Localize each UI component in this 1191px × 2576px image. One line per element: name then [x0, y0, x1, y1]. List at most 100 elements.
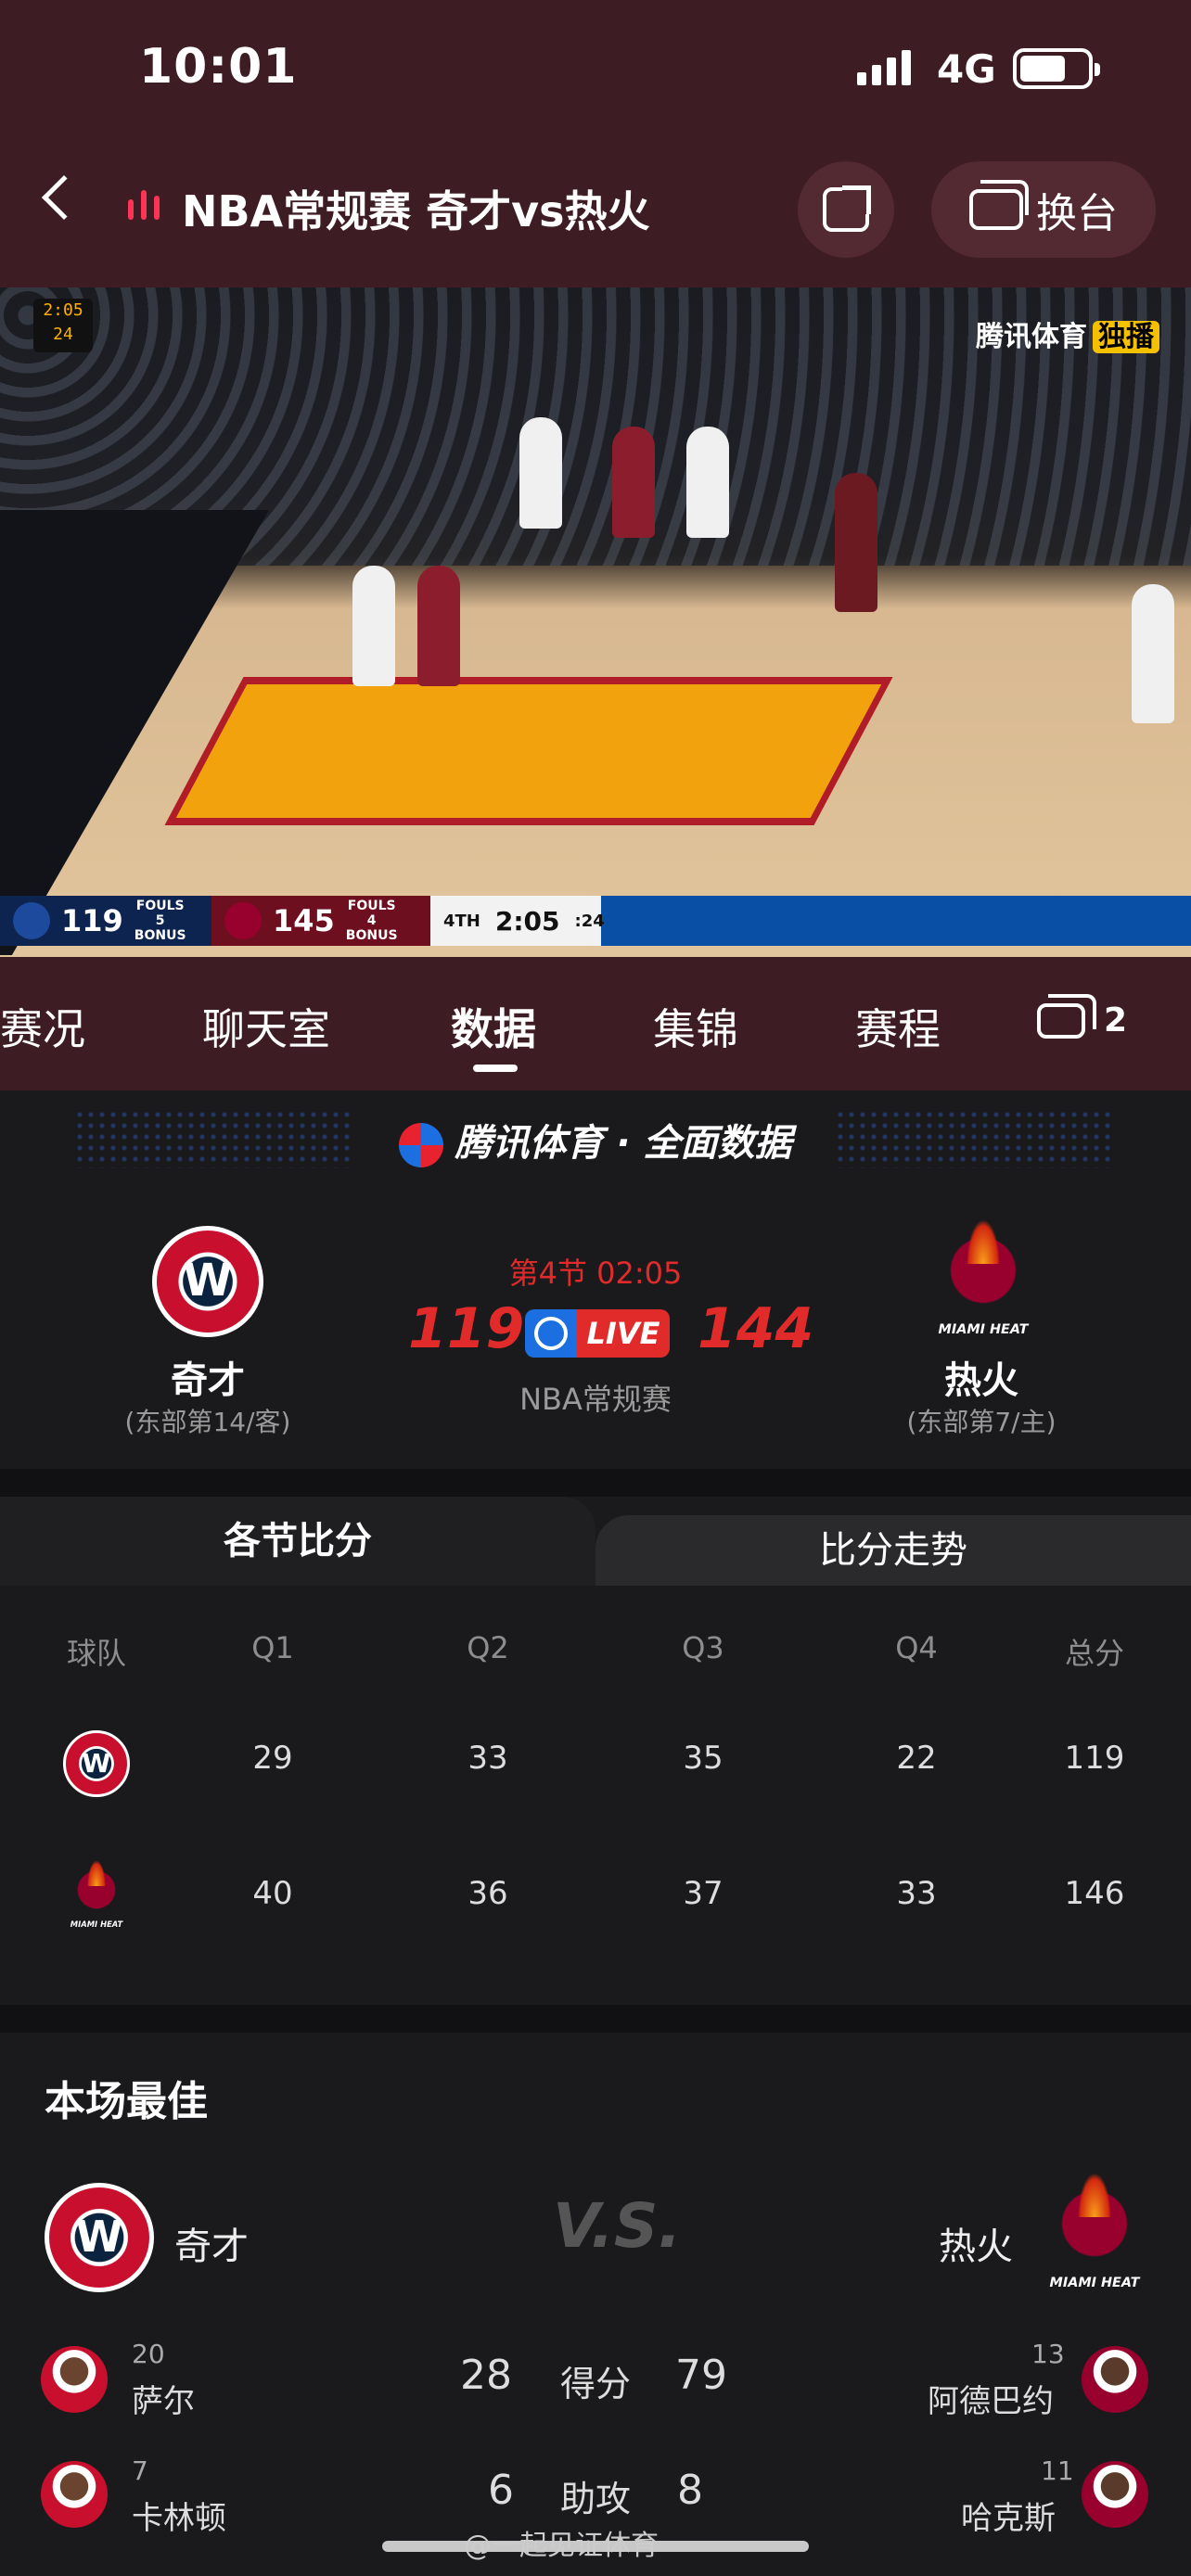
q4-score: 33: [896, 1875, 937, 1912]
signal-icon: [857, 50, 911, 85]
multi-screen-count: 2: [1104, 1001, 1128, 1039]
player-name[interactable]: 卡林顿: [132, 2493, 226, 2538]
shot-clock: 2:05 24: [33, 299, 93, 352]
brand-banner-text: 腾讯体育 · 全面数据: [455, 1122, 792, 1165]
fouls-label: FOULS: [135, 899, 185, 913]
player-figure: [686, 427, 729, 538]
q3-score: 35: [683, 1740, 724, 1777]
score-tabs: 比分走势 各节比分: [0, 1497, 1191, 1586]
globe-icon: [525, 1309, 577, 1358]
fouls-label: FOULS: [347, 899, 396, 913]
player-avatar[interactable]: [1082, 2461, 1148, 2528]
brand-banner: 腾讯体育 · 全面数据: [0, 1113, 1191, 1167]
scorebug-away-score: 119: [61, 903, 123, 938]
bonus-label: BONUS: [345, 928, 398, 943]
best-home-team: 热火: [939, 2225, 1013, 2268]
live-badge[interactable]: LIVE: [525, 1309, 670, 1358]
player-name[interactable]: 阿德巴约: [928, 2376, 1054, 2421]
q2-score: 36: [467, 1875, 508, 1912]
live-indicator-icon: [128, 190, 160, 220]
court-paint: [164, 677, 893, 825]
heat-logo: [68, 1859, 125, 1929]
tab-live[interactable]: 赛况: [0, 996, 85, 1057]
home-stat-value: 79: [675, 2352, 727, 2399]
watermark-tag: 独播: [1093, 321, 1159, 353]
q4-score: 22: [896, 1740, 937, 1777]
scorebug: 119 FOULS 5 BONUS 145 FOULS 4 BONUS 4TH …: [0, 896, 1191, 946]
footer-watermark: @一起见证体育: [464, 2530, 659, 2562]
wizards-logo[interactable]: [45, 2183, 154, 2292]
back-button[interactable]: [41, 174, 87, 221]
broadcast-watermark: 腾讯体育 独播: [976, 313, 1159, 354]
player-figure: [1132, 584, 1174, 723]
fouls-value: 4: [366, 913, 377, 928]
col-q3: Q3: [682, 1630, 724, 1665]
active-tab-indicator: [473, 1065, 518, 1072]
col-q4: Q4: [895, 1630, 938, 1665]
away-score: 119: [408, 1296, 525, 1361]
player-number: 20: [132, 2339, 165, 2369]
q3-score: 37: [683, 1875, 724, 1912]
switch-channel-button[interactable]: 换台: [931, 161, 1156, 258]
player-avatar[interactable]: [41, 2461, 108, 2528]
tab-score-trend[interactable]: 比分走势: [596, 1515, 1191, 1586]
scorebug-period: 4TH: [443, 911, 480, 931]
q1-score: 29: [252, 1740, 293, 1777]
home-stat-value: 8: [677, 2467, 703, 2514]
share-button[interactable]: [798, 161, 894, 258]
vs-mark: V.S.: [553, 2190, 682, 2262]
scorebug-home-score: 145: [273, 903, 335, 938]
q2-score: 33: [467, 1740, 508, 1777]
page-title: NBA常规赛 奇才vs热火: [182, 186, 650, 236]
best-away-team: 奇才: [174, 2225, 249, 2268]
away-stat-value: 6: [488, 2467, 514, 2514]
shot-clock-game: 2:05: [43, 300, 83, 320]
scorebug-clock: 4TH 2:05 :24: [430, 896, 605, 946]
player-figure: [352, 566, 395, 686]
away-stat-value: 28: [460, 2352, 512, 2399]
tv-switch-icon: [969, 180, 1029, 230]
home-team-name[interactable]: 热火: [852, 1350, 1111, 1404]
player-avatar[interactable]: [1082, 2346, 1148, 2413]
heat-logo[interactable]: [932, 1218, 1034, 1337]
player-figure: [519, 417, 562, 529]
col-team: 球队: [66, 1636, 127, 1671]
player-name[interactable]: 萨尔: [132, 2376, 195, 2421]
heat-logo[interactable]: [1044, 2172, 1146, 2290]
stat-label: 得分: [559, 2364, 632, 2404]
fouls-value: 5: [155, 913, 165, 928]
video-player[interactable]: 2:05 24 腾讯体育 独播 119 FOULS 5 BONUS 145 FOU…: [0, 287, 1191, 957]
scorebug-home-fouls: FOULS 4 BONUS: [346, 899, 398, 943]
scorebug-shot-clock: :24: [574, 911, 605, 931]
tab-stats[interactable]: 数据: [451, 996, 536, 1057]
tencent-sports-logo-icon: [399, 1123, 444, 1167]
best-section-title: 本场最佳: [45, 2078, 208, 2125]
player-figure: [612, 427, 655, 538]
col-total: 总分: [1064, 1636, 1125, 1671]
tab-quarter-scores[interactable]: 各节比分: [0, 1497, 596, 1586]
player-number: 7: [132, 2455, 148, 2486]
player-figure: [417, 566, 460, 686]
live-label: LIVE: [577, 1309, 670, 1358]
home-score: 144: [698, 1296, 814, 1361]
scorebug-away-fouls: FOULS 5 BONUS: [134, 899, 186, 943]
col-q1: Q1: [251, 1630, 294, 1665]
tab-highlights[interactable]: 集锦: [653, 996, 738, 1057]
player-name[interactable]: 哈克斯: [961, 2493, 1056, 2538]
player-number: 13: [1031, 2339, 1065, 2369]
scorebug-away: 119 FOULS 5 BONUS: [0, 896, 211, 946]
section-divider: [0, 2005, 1191, 2033]
total-score: 146: [1064, 1875, 1125, 1912]
tab-schedule[interactable]: 赛程: [855, 996, 941, 1057]
player-number: 11: [1041, 2455, 1074, 2486]
player-avatar[interactable]: [41, 2346, 108, 2413]
tab-chat[interactable]: 聊天室: [202, 996, 330, 1057]
battery-icon: [1013, 48, 1100, 89]
player-figure: [835, 473, 877, 612]
heat-logo-small: [224, 902, 262, 939]
total-score: 119: [1064, 1740, 1125, 1777]
q1-score: 40: [252, 1875, 293, 1912]
multi-screen-icon: [1037, 993, 1096, 1039]
multi-screen-button[interactable]: 2: [1037, 993, 1128, 1039]
section-divider: [0, 1469, 1191, 1497]
